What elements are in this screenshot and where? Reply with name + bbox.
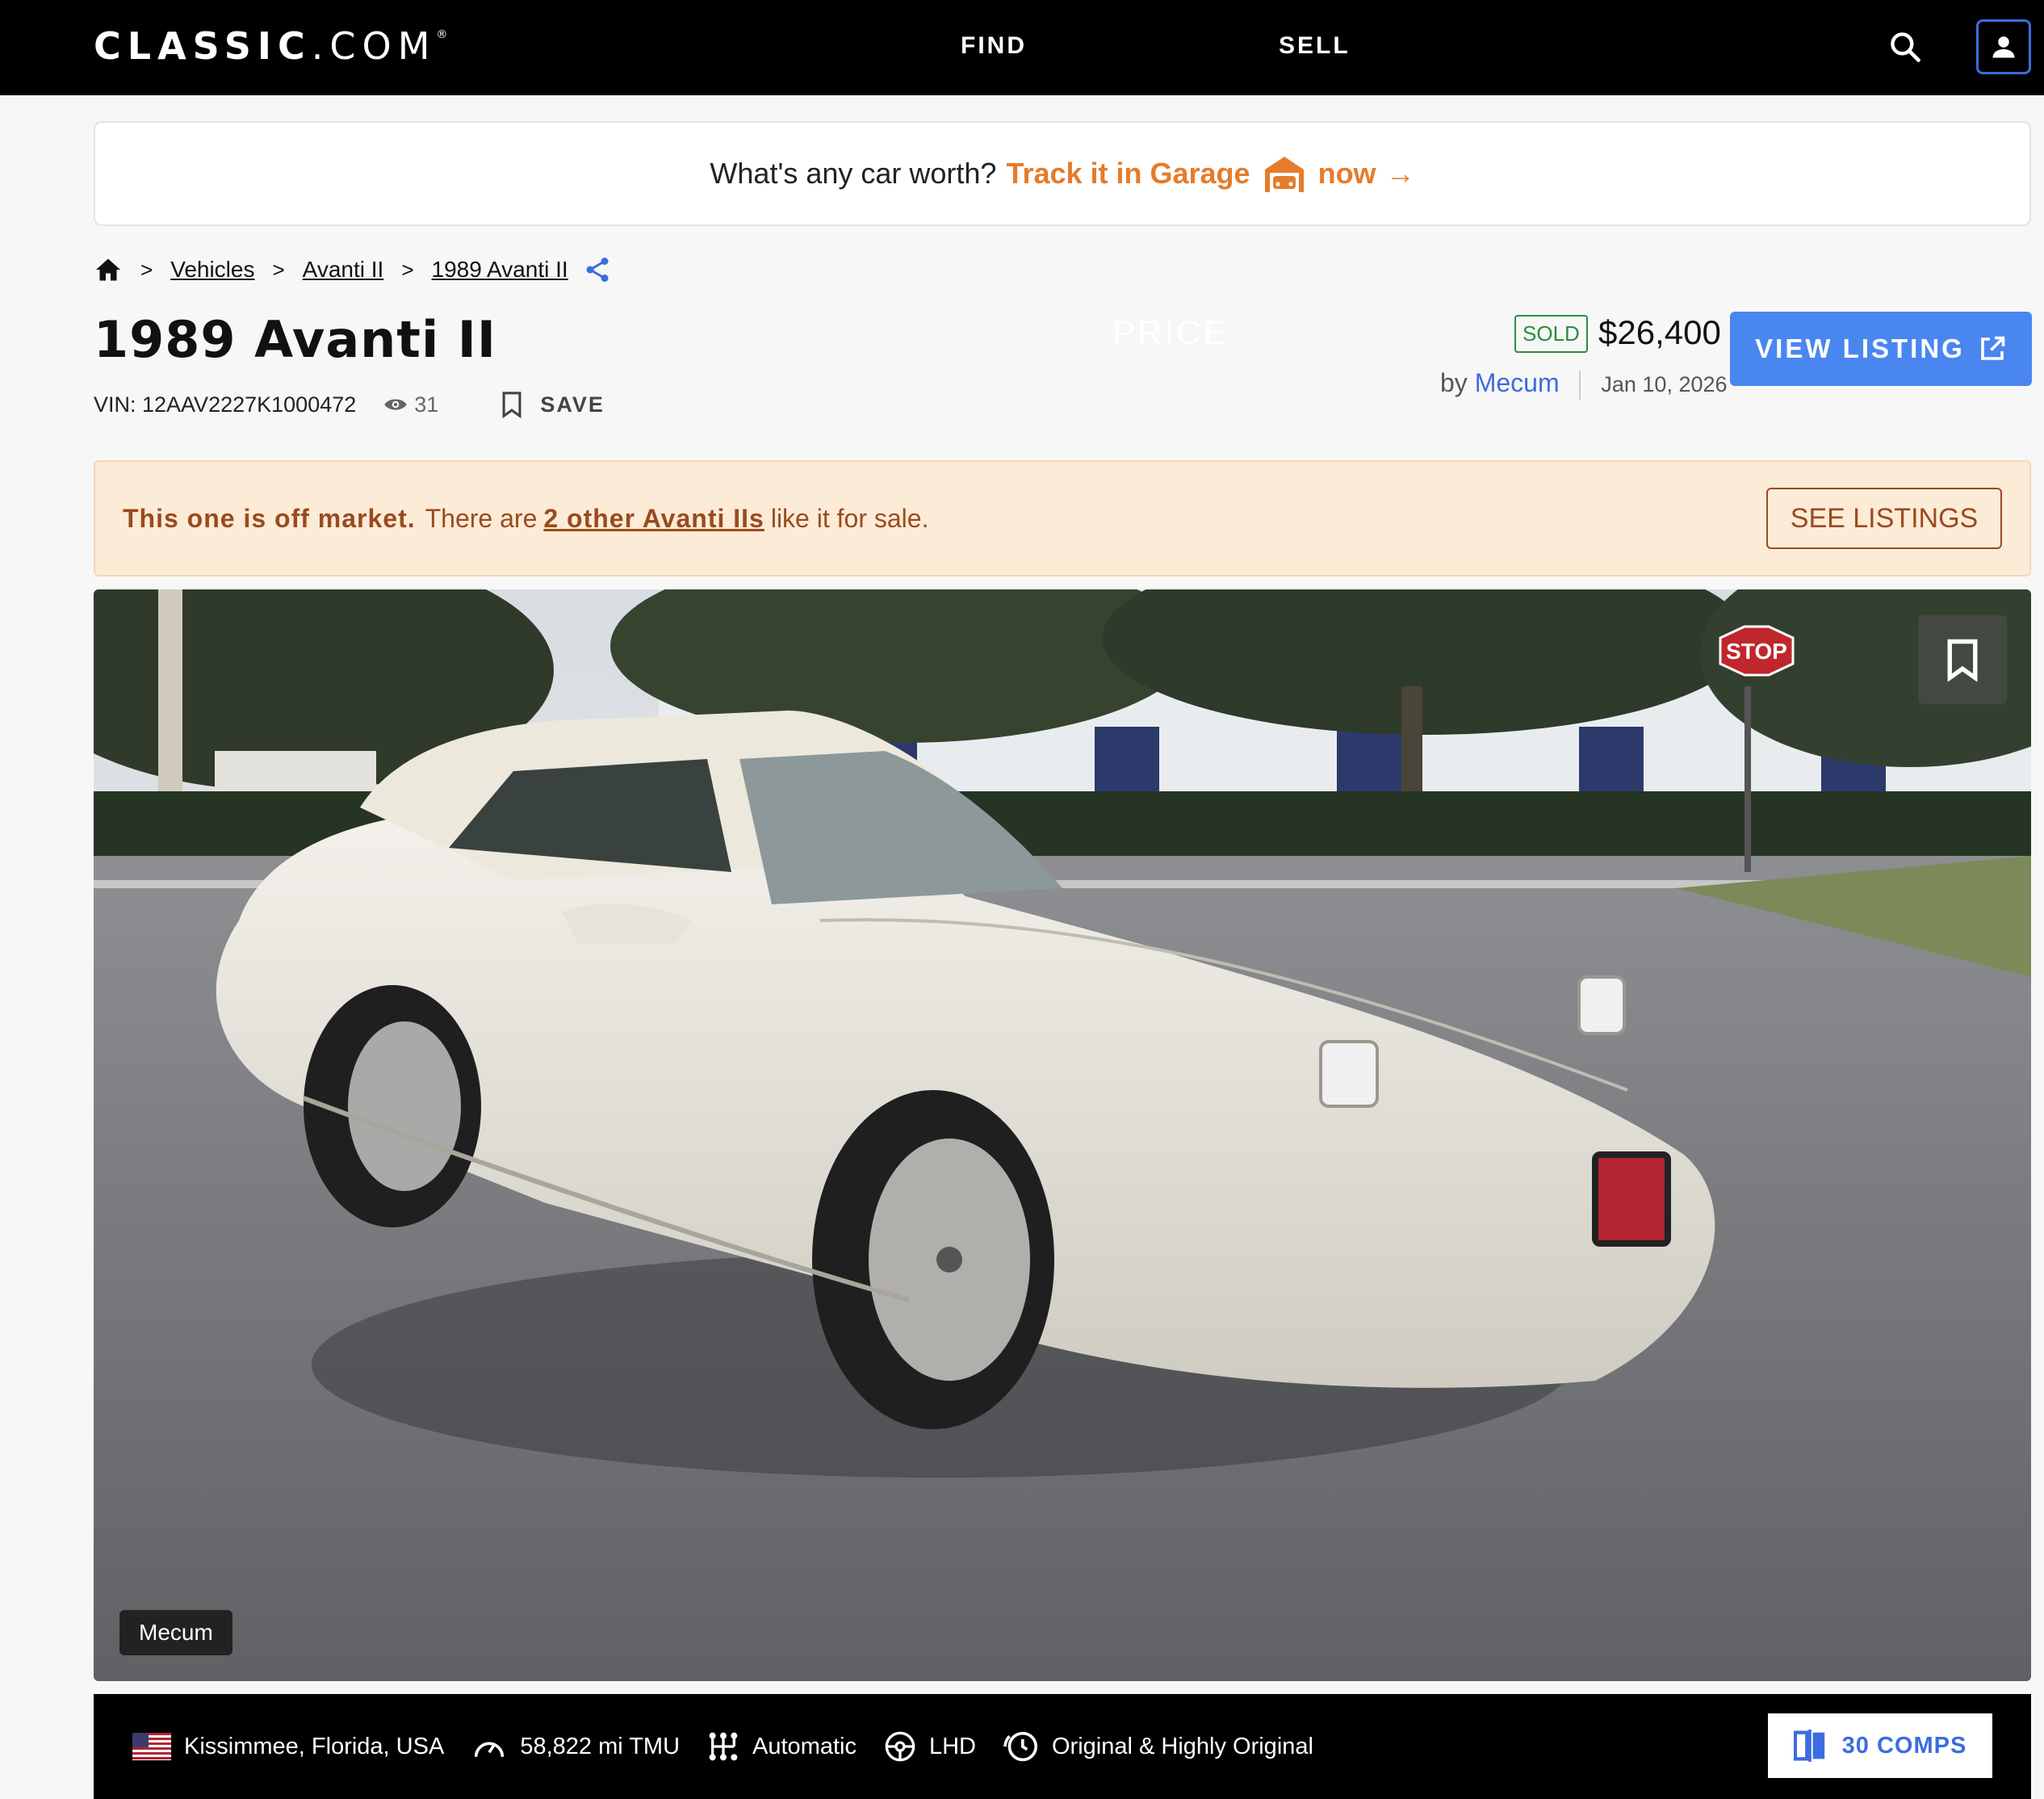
stop-sign-text: STOP [1726, 639, 1787, 664]
chevron-right-icon: > [272, 257, 285, 282]
location-item: Kissimmee, Florida, USA [132, 1733, 444, 1760]
sold-price: $26,400 [1598, 313, 1721, 351]
user-icon [1992, 36, 2015, 58]
vehicle-photo[interactable]: STOP Mecum [94, 589, 2031, 1681]
chevron-right-icon: > [401, 257, 414, 282]
nav-price[interactable]: PRICE [1112, 313, 1228, 352]
compare-icon [1793, 1730, 1824, 1762]
breadcrumb-current[interactable]: 1989 Avanti II [432, 257, 568, 283]
eye-icon [384, 399, 408, 410]
seller-link[interactable]: Mecum [1475, 368, 1560, 397]
view-count-value: 31 [414, 392, 439, 417]
comps-label: 30 COMPS [1841, 1732, 1967, 1759]
speedometer-icon [475, 1742, 505, 1757]
by-label: by [1440, 368, 1468, 397]
history-clock-icon [1003, 1731, 1038, 1762]
comps-button[interactable]: 30 COMPS [1768, 1713, 1992, 1778]
classic-logo[interactable]: CLASSIC.COM® [94, 24, 447, 68]
drive-side-text: LHD [928, 1733, 976, 1759]
garage-track-link[interactable]: Track it in Garage [1006, 157, 1250, 191]
share-icon[interactable] [583, 255, 612, 284]
off-market-text-pre: There are [425, 503, 538, 533]
garage-question: What's any car worth? [710, 157, 997, 190]
off-market-text-post: like it for sale. [770, 503, 929, 533]
search-icon[interactable] [1887, 29, 1923, 65]
originality-item: Original & Highly Original [1003, 1730, 1313, 1763]
mileage-item: 58,822 mi TMU [471, 1730, 680, 1763]
vehicle-info-bar: Kissimmee, Florida, USA 58,822 mi TMU Au… [94, 1694, 2031, 1799]
garage-promo-banner[interactable]: What's any car worth? Track it in Garage… [94, 121, 2031, 226]
see-listings-button[interactable]: SEE LISTINGS [1766, 488, 2002, 549]
nav-sell[interactable]: SELL [1279, 32, 1351, 60]
drive-side-item: LHD [884, 1730, 976, 1763]
bookmark-icon [1947, 639, 1978, 681]
transmission-item: Automatic [707, 1730, 857, 1763]
account-button[interactable] [1976, 19, 2031, 74]
us-flag-icon [132, 1733, 171, 1760]
car-image: STOP [94, 589, 2031, 1681]
originality-text: Original & Highly Original [1052, 1733, 1313, 1759]
bookmark-icon [502, 392, 521, 418]
status-badge: SOLD [1514, 315, 1588, 353]
external-link-icon [1981, 336, 2005, 360]
arrow-right-icon: → [1385, 157, 1415, 190]
view-listing-label: VIEW LISTING [1755, 333, 1965, 363]
chevron-right-icon: > [140, 257, 153, 282]
seller-info: by Mecum Jan 10, 2026 [1440, 368, 1728, 400]
mileage-text: 58,822 mi TMU [520, 1733, 681, 1759]
photo-credit: Mecum [119, 1610, 232, 1655]
view-count: 31 [383, 392, 438, 417]
vin-text: VIN: 12AAV2227K1000472 [94, 392, 357, 417]
other-listings-link[interactable]: 2 other Avanti IIs [543, 504, 764, 534]
breadcrumb-vehicles[interactable]: Vehicles [170, 257, 254, 283]
steering-wheel-icon [885, 1731, 915, 1762]
transmission-text: Automatic [752, 1733, 857, 1759]
breadcrumb-make-model[interactable]: Avanti II [303, 257, 384, 283]
page-title: 1989 Avanti II [94, 310, 496, 369]
breadcrumb: > Vehicles > Avanti II > 1989 Avanti II [94, 252, 612, 287]
save-label: SAVE [540, 392, 605, 417]
off-market-notice: This one is off market. There are 2 othe… [94, 460, 2031, 577]
listing-meta: VIN: 12AAV2227K1000472 31 SAVE [94, 391, 605, 418]
gearshift-icon [709, 1732, 738, 1761]
nav-find[interactable]: FIND [961, 32, 1027, 60]
view-listing-button[interactable]: VIEW LISTING [1730, 312, 2032, 386]
home-icon[interactable] [94, 255, 123, 284]
photo-bookmark-button[interactable] [1918, 615, 2007, 704]
garage-now-link[interactable]: now [1318, 157, 1376, 191]
garage-car-icon [1264, 157, 1304, 192]
off-market-heading: This one is off market. [123, 503, 416, 533]
top-nav-bar: CLASSIC.COM® FIND PRICE SELL [0, 0, 2044, 351]
save-button[interactable]: SAVE [500, 391, 605, 418]
divider [1579, 370, 1581, 400]
location-text: Kissimmee, Florida, USA [184, 1733, 445, 1759]
sale-date: Jan 10, 2026 [1601, 372, 1728, 396]
